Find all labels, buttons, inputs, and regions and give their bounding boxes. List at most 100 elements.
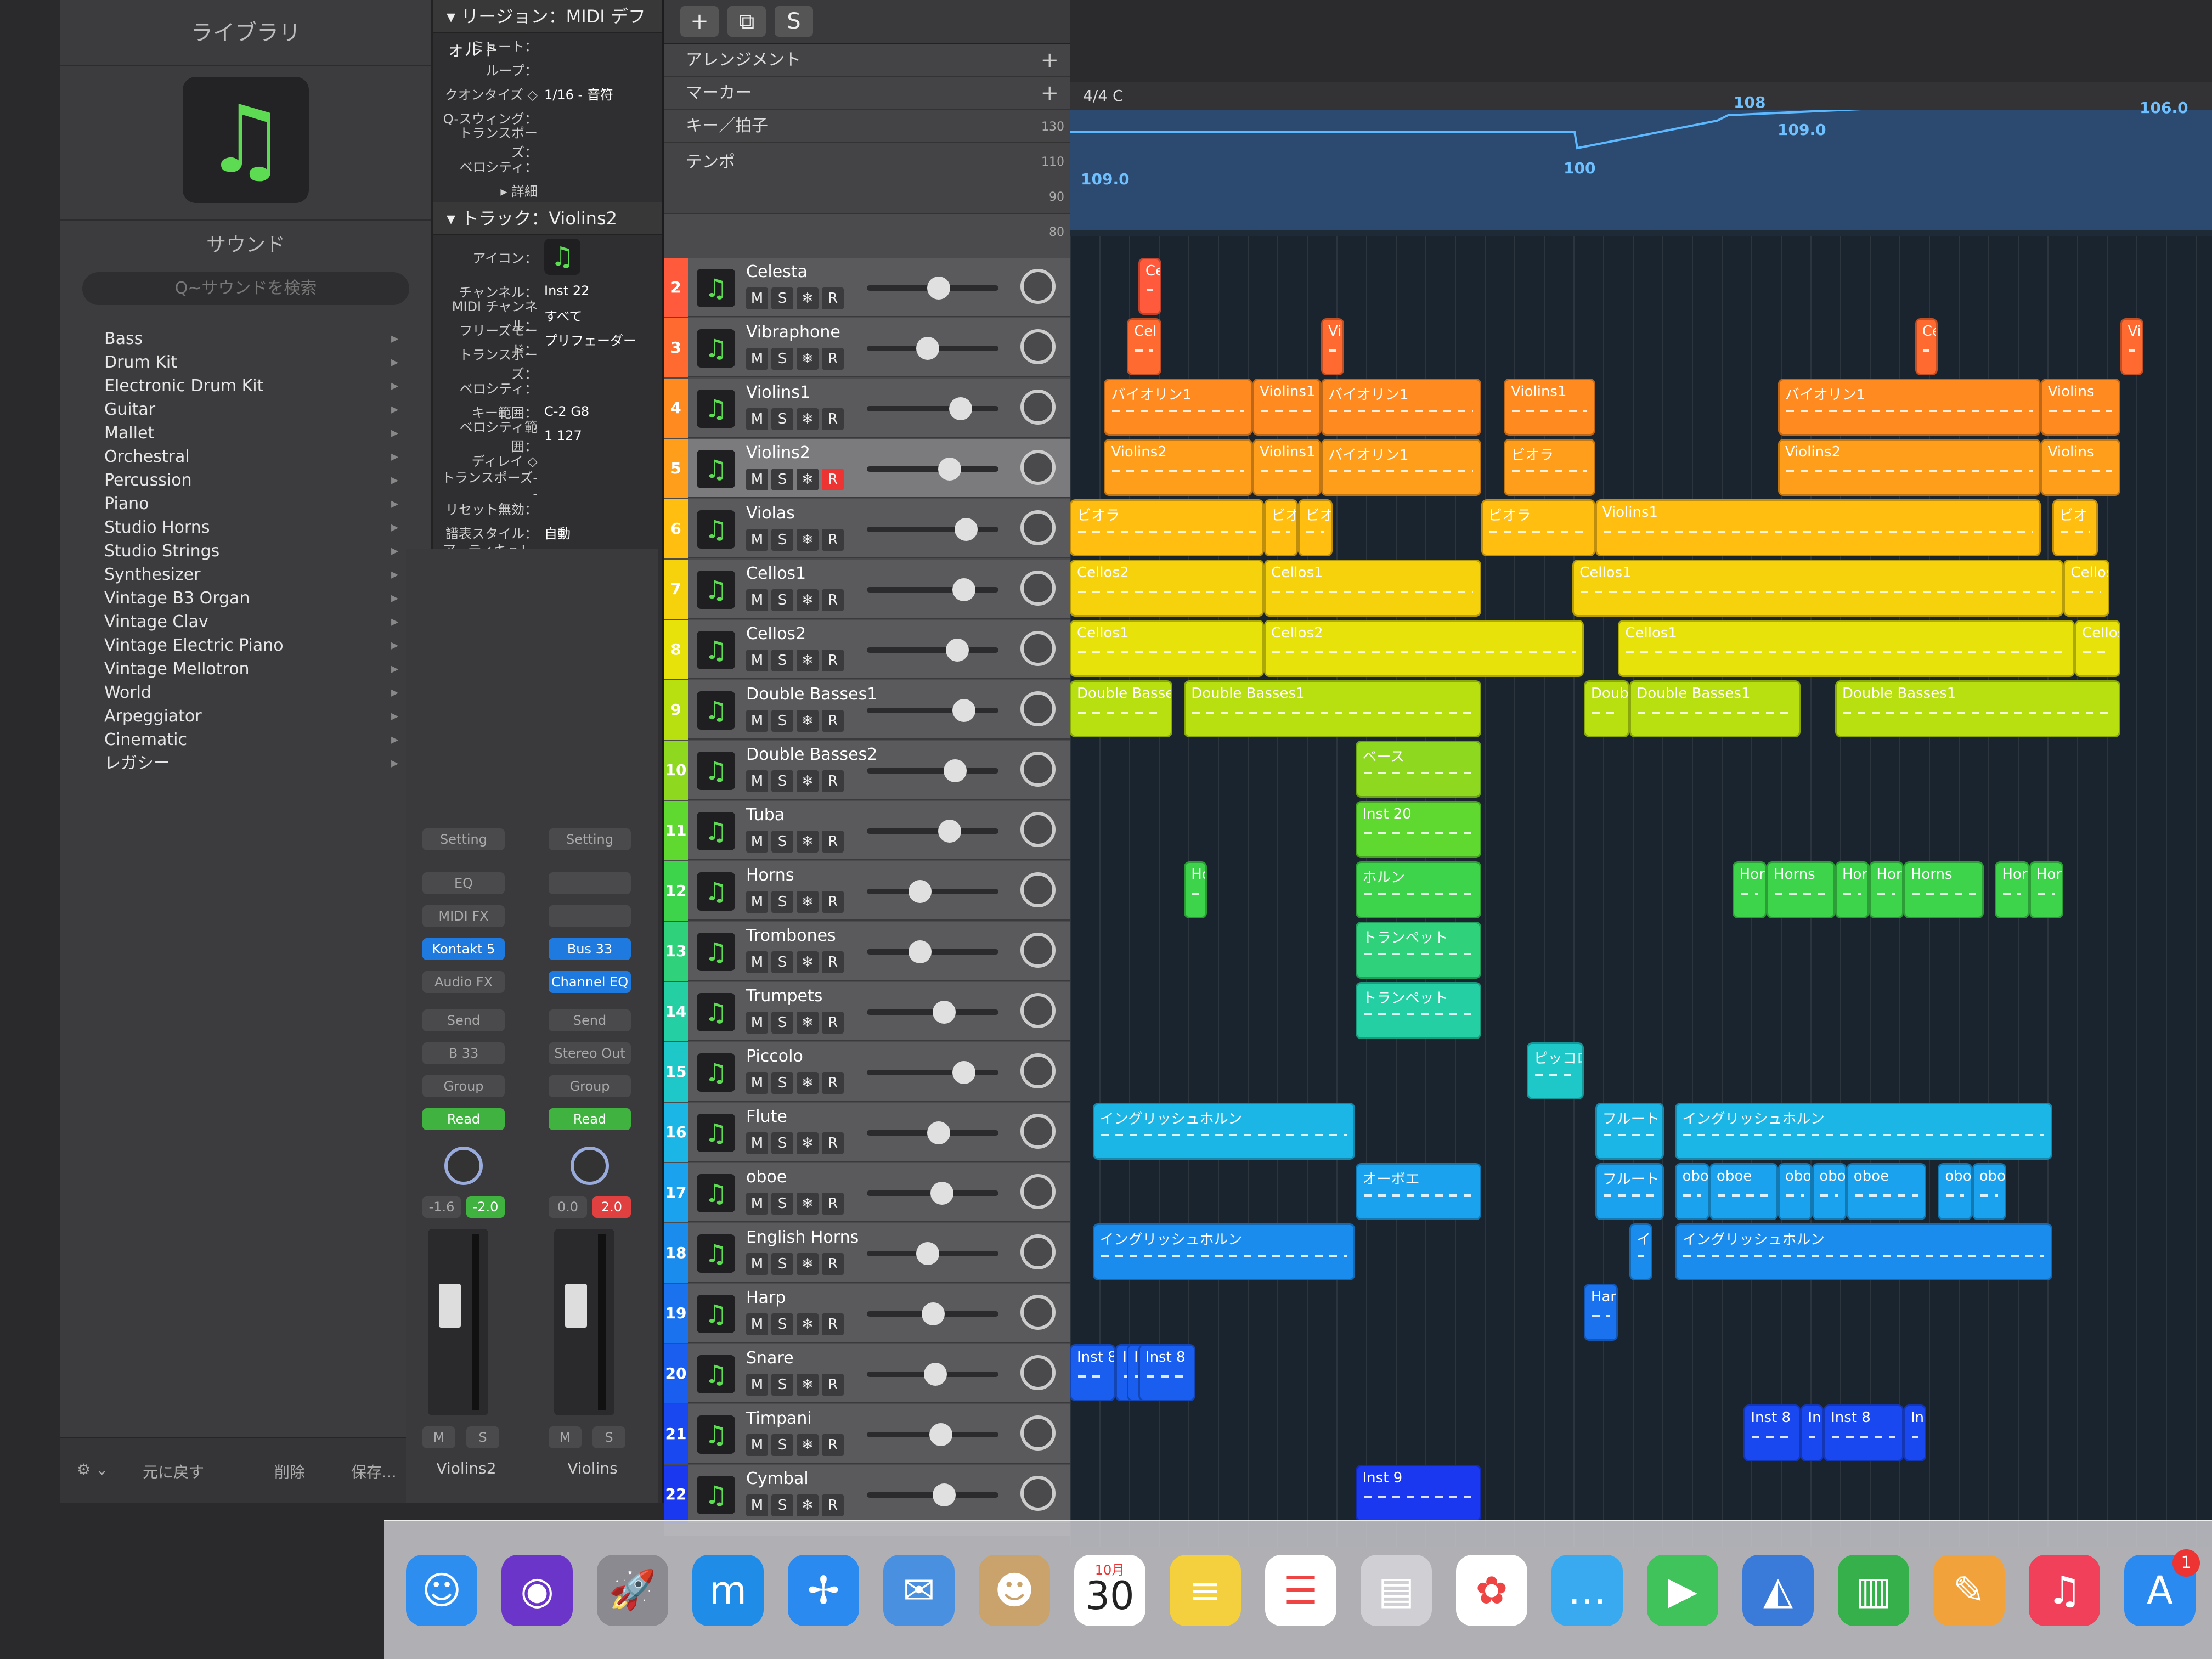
software-instrument-icon[interactable]: ♫ — [697, 872, 735, 911]
midi-region[interactable]: フルート — [1595, 1163, 1664, 1220]
track-header[interactable]: 17 ♫ oboe M S ❄ R — [664, 1163, 1070, 1222]
record-enable-button[interactable]: R — [822, 1132, 844, 1154]
midi-region[interactable]: Inst 8 — [1070, 1344, 1116, 1401]
notes-icon[interactable]: ≡ — [1170, 1554, 1241, 1626]
track-volume-slider[interactable] — [867, 1483, 998, 1506]
track-lanes[interactable]: CelCelVibrCelVibrバイオリン1Violins1バイオリン1Vio… — [1070, 236, 2212, 1547]
add-track-button[interactable]: + — [680, 6, 719, 37]
solo-button[interactable]: S — [771, 1132, 793, 1154]
tempo-track[interactable]: テンポ 130 110 90 80 — [664, 120, 1070, 239]
freeze-button[interactable]: ❄ — [797, 348, 819, 370]
track-volume-slider[interactable] — [867, 337, 998, 360]
midi-region[interactable]: Cel — [1138, 258, 1161, 315]
freeze-button[interactable]: ❄ — [797, 1072, 819, 1094]
track-name[interactable]: English Horns — [746, 1228, 859, 1247]
mute-button[interactable]: M — [746, 1494, 768, 1516]
pan-knob[interactable] — [1020, 933, 1056, 968]
mute-button[interactable]: M — [746, 1253, 768, 1275]
midi-region[interactable]: Inst 20 — [1355, 801, 1481, 858]
track-name[interactable]: Double Basses1 — [746, 685, 877, 704]
calendar-icon[interactable]: 10月 30 — [1074, 1554, 1146, 1626]
midi-region[interactable]: ビオラ — [1070, 499, 1264, 556]
midi-region[interactable]: Vibr — [1321, 318, 1344, 375]
software-instrument-icon[interactable]: ♫ — [697, 1174, 735, 1212]
midi-region[interactable]: バイオリン1 — [1321, 379, 1481, 436]
software-instrument-icon[interactable]: ♫ — [697, 571, 735, 609]
midi-region[interactable]: Cellos2 — [1070, 560, 1264, 617]
library-category-item[interactable]: レガシー ▸ — [60, 752, 431, 775]
audio-fx-slot[interactable]: Audio FX — [422, 971, 505, 993]
output-slot[interactable]: Stereo Out — [549, 1042, 631, 1064]
track-name[interactable]: Flute — [746, 1107, 787, 1126]
track-name[interactable]: Trumpets — [746, 986, 822, 1006]
inspector-row[interactable]: ベロシティ範囲： 1 127 — [433, 420, 662, 454]
track-volume-slider[interactable] — [867, 276, 998, 300]
pan-knob[interactable] — [1020, 993, 1056, 1028]
software-instrument-icon[interactable]: ♫ — [697, 269, 735, 307]
record-enable-button[interactable]: R — [822, 770, 844, 792]
inspector-row[interactable]: ▸ 詳細 — [433, 178, 662, 202]
signature-track[interactable]: キー／拍子 — [664, 110, 1070, 143]
record-enable-button[interactable]: R — [822, 951, 844, 973]
software-instrument-icon[interactable]: ♫ — [697, 1476, 735, 1514]
freeze-button[interactable]: ❄ — [797, 891, 819, 913]
freeze-button[interactable]: ❄ — [797, 589, 819, 611]
inspector-value[interactable]: すべて — [544, 306, 582, 325]
solo-button[interactable]: S — [771, 770, 793, 792]
pan-knob[interactable] — [1020, 691, 1056, 726]
midi-region[interactable]: Cellos1 — [1618, 620, 2075, 677]
midi-region[interactable]: Cellos2 — [1263, 620, 1584, 677]
midi-region[interactable]: イングリッシュホルン — [1675, 1223, 2052, 1280]
track-header[interactable]: 21 ♫ Timpani M S ❄ R — [664, 1404, 1070, 1464]
solo-button[interactable]: S — [466, 1426, 499, 1448]
inspector-row[interactable]: トランスポーズ： — [433, 126, 662, 160]
region-inspector-header[interactable]: ▾ リージョン：MIDI デフォルト — [433, 0, 662, 60]
send-slot[interactable]: Send — [422, 1009, 505, 1031]
library-category-item[interactable]: Orchestral ▸ — [60, 445, 431, 469]
freeze-button[interactable]: ❄ — [797, 529, 819, 551]
library-category-item[interactable]: Studio Horns ▸ — [60, 516, 431, 539]
sound-search-input[interactable]: Q~サウンドを検索 — [82, 272, 409, 305]
midi-region[interactable]: ビオラ — [1504, 439, 1595, 496]
midi-region[interactable]: イングリッシュホルン — [1092, 1103, 1356, 1160]
track-name[interactable]: Double Basses2 — [746, 745, 877, 764]
record-enable-button[interactable]: R — [822, 1012, 844, 1034]
pan-knob[interactable] — [1020, 269, 1056, 304]
mute-button[interactable]: M — [746, 469, 768, 490]
pan-knob[interactable] — [1020, 390, 1056, 425]
track-name[interactable]: Snare — [746, 1348, 794, 1368]
midi-region[interactable]: オーボエ — [1355, 1163, 1481, 1220]
freeze-button[interactable]: ❄ — [797, 1374, 819, 1396]
solo-button[interactable]: S — [771, 1193, 793, 1215]
inspector-value[interactable]: 1 127 — [544, 428, 582, 443]
instrument-slot[interactable]: Bus 33 — [549, 938, 631, 960]
track-volume-slider[interactable] — [867, 880, 998, 903]
track-name[interactable]: Tuba — [746, 805, 785, 825]
library-category-item[interactable]: Electronic Drum Kit ▸ — [60, 374, 431, 398]
library-category-item[interactable]: World ▸ — [60, 681, 431, 704]
arrange-area[interactable]: 4/4 C 109.0 100 108 109.0 106.0 Cel Cel Vi… — [1070, 0, 2212, 1547]
track-volume-slider[interactable] — [867, 1242, 998, 1265]
gear-icon[interactable]: ⚙ ⌄ — [77, 1460, 108, 1479]
track-header[interactable]: 12 ♫ Horns M S ❄ R — [664, 861, 1070, 921]
solo-button[interactable]: S — [771, 1313, 793, 1335]
solo-button[interactable]: S — [771, 348, 793, 370]
inspector-row[interactable]: クオンタイズ ◇ 1/16 - 音符 — [433, 81, 662, 105]
volume-handle[interactable] — [927, 1121, 950, 1144]
volume-handle[interactable] — [927, 276, 950, 300]
send-slot[interactable]: Send — [549, 1009, 631, 1031]
midi-region[interactable]: obo — [1675, 1163, 1709, 1220]
solo-button[interactable]: S — [771, 1253, 793, 1275]
track-volume-slider[interactable] — [867, 1363, 998, 1386]
freeze-button[interactable]: ❄ — [797, 951, 819, 973]
track-volume-slider[interactable] — [867, 639, 998, 662]
software-instrument-icon[interactable]: ♫ — [697, 510, 735, 549]
mute-button[interactable]: M — [746, 650, 768, 672]
music-icon[interactable]: ♫ — [2029, 1554, 2100, 1626]
midi-region[interactable]: Inst 8 — [1138, 1344, 1195, 1401]
solo-button[interactable]: S — [771, 831, 793, 853]
track-header[interactable]: 14 ♫ Trumpets M S ❄ R — [664, 982, 1070, 1041]
midi-region[interactable]: Hor — [1995, 861, 2029, 918]
solo-button[interactable]: S — [771, 1494, 793, 1516]
volume-handle[interactable] — [930, 1182, 953, 1205]
